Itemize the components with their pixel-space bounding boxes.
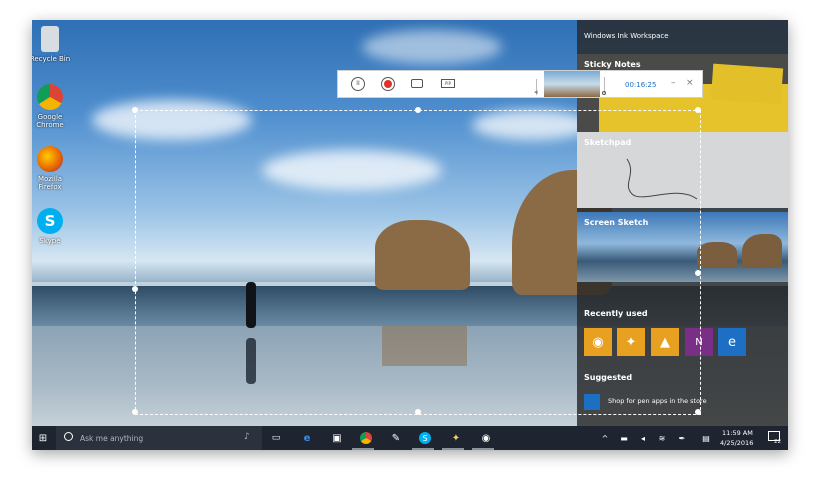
recording-preview-thumbnail [544, 71, 600, 97]
firefox-icon [37, 146, 63, 172]
sticky-note-yellow [710, 63, 784, 105]
ink-workspace-title: Windows Ink Workspace [584, 32, 669, 40]
wifi-icon[interactable]: ≋ [655, 431, 669, 445]
selection-handle[interactable] [695, 270, 701, 276]
desktop-icon-label: Skype [39, 237, 61, 245]
chrome-desktop-icon[interactable]: Google Chrome [32, 84, 71, 129]
recycle-bin-icon [41, 26, 59, 52]
skype-icon[interactable]: S [419, 432, 431, 444]
tips-lightbulb-icon[interactable]: ✦ [449, 431, 463, 445]
desktop-icon-label: Mozilla Firefox [37, 175, 63, 191]
selection-handle[interactable] [695, 107, 701, 113]
skype-icon: S [37, 208, 63, 234]
record-icon [384, 80, 392, 88]
sticky-notes-label: Sticky Notes [584, 60, 641, 69]
active-app-indicator [472, 448, 494, 450]
screen-recorder-toolbar: II PIP ◂ 00:16:25 – × [337, 70, 703, 98]
battery-icon[interactable]: ▬ [617, 431, 631, 445]
microphone-icon[interactable] [602, 91, 606, 95]
capture-selection-region[interactable] [132, 107, 701, 415]
selection-handle[interactable] [695, 409, 701, 415]
chevron-up-icon[interactable]: ^ [598, 431, 612, 445]
recording-timer: 00:16:25 [625, 81, 657, 89]
recent-app-edge[interactable]: e [718, 328, 746, 356]
cloud [362, 30, 502, 64]
chrome-icon[interactable] [360, 432, 372, 444]
pause-icon[interactable]: II [351, 77, 365, 91]
thumbnail-rock [742, 234, 782, 268]
pen-workspace-icon[interactable]: ✒ [675, 431, 689, 445]
clock-time[interactable]: 11:59 AM [722, 429, 753, 437]
selection-handle[interactable] [132, 286, 138, 292]
windows-start-icon[interactable]: ⊞ [36, 431, 50, 445]
edge-icon[interactable]: e [300, 431, 314, 445]
close-icon[interactable]: × [686, 78, 694, 88]
keyboard-icon[interactable]: ▤ [699, 431, 713, 445]
selection-handle[interactable] [132, 409, 138, 415]
taskbar: ⊞ Ask me anything ♪ ▭ e ▣ ✎ S ✦ ◉ ^ ▬ ◂ … [32, 426, 788, 450]
search-box[interactable]: Ask me anything ♪ [56, 426, 262, 450]
pip-icon[interactable]: PIP [441, 79, 455, 88]
selection-handle[interactable] [415, 409, 421, 415]
camera-icon[interactable] [411, 79, 423, 88]
volume-icon[interactable]: ◂ [636, 431, 650, 445]
minimize-icon[interactable]: – [671, 78, 676, 88]
task-view-icon[interactable]: ▭ [269, 431, 283, 445]
active-app-indicator [412, 448, 434, 450]
selection-handle[interactable] [415, 107, 421, 113]
desktop-icon-label: Google Chrome [36, 113, 64, 129]
desktop-icon-label: Recycle Bin [32, 55, 71, 63]
record-button[interactable] [381, 77, 395, 91]
search-placeholder: Ask me anything [80, 434, 144, 443]
notification-count: 22 [774, 439, 781, 445]
active-app-indicator [352, 448, 374, 450]
clock-date[interactable]: 4/25/2016 [720, 439, 753, 447]
edge-icon: e [728, 334, 736, 350]
thumbnail-rock [697, 242, 737, 268]
microphone-icon[interactable]: ♪ [244, 432, 250, 442]
speaker-icon[interactable]: ◂ [534, 88, 538, 96]
skype-desktop-icon[interactable]: S Skype [32, 208, 71, 245]
store-icon[interactable]: ▣ [330, 431, 344, 445]
maps-pin-icon[interactable]: ◉ [479, 431, 493, 445]
active-app-indicator [442, 448, 464, 450]
paint-icon[interactable]: ✎ [389, 431, 403, 445]
firefox-desktop-icon[interactable]: Mozilla Firefox [32, 146, 71, 191]
recycle-bin-desktop-icon[interactable]: Recycle Bin [32, 26, 71, 63]
cortana-icon [64, 432, 73, 441]
chrome-icon [37, 84, 63, 110]
selection-handle[interactable] [132, 107, 138, 113]
